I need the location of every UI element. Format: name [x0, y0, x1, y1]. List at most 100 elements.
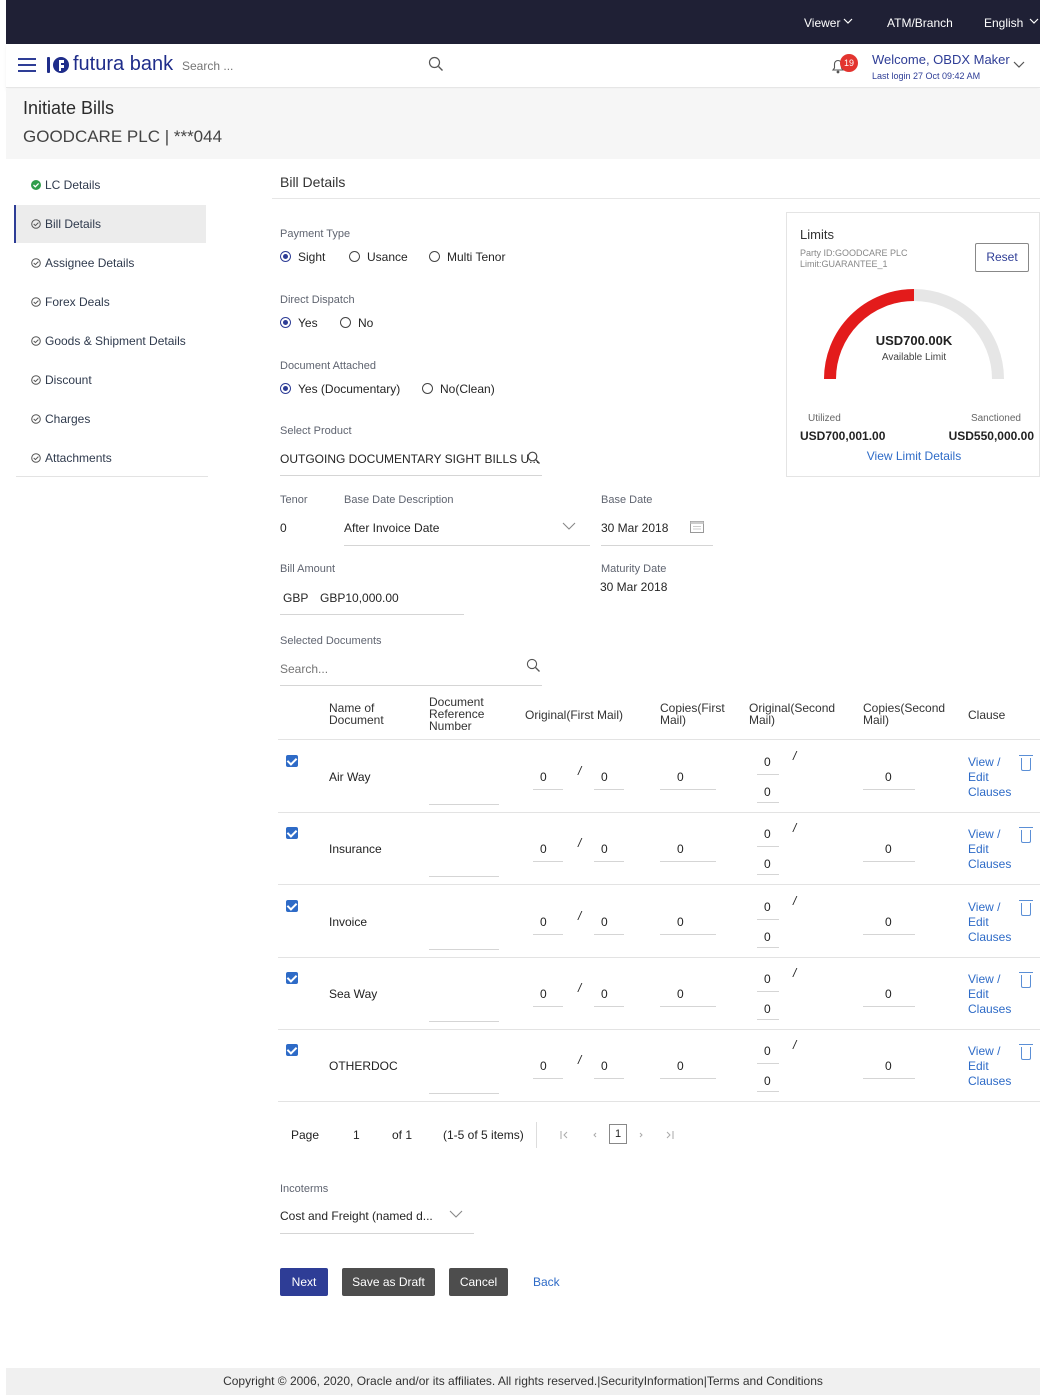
- radio-usance-label[interactable]: Usance: [367, 250, 408, 264]
- edit-clause-link[interactable]: Edit: [968, 915, 989, 929]
- language-menu[interactable]: English: [984, 16, 1023, 30]
- radio-multi-tenor-label[interactable]: Multi Tenor: [447, 250, 505, 264]
- copies-second[interactable]: 0: [885, 987, 892, 1001]
- radio-usance[interactable]: [349, 251, 360, 262]
- original-first-a[interactable]: 0: [540, 842, 547, 856]
- delete-trash-icon[interactable]: [1019, 1044, 1033, 1060]
- header-search-input[interactable]: [182, 57, 412, 75]
- language-chevron-icon[interactable]: [1028, 15, 1040, 30]
- clauses-link[interactable]: Clauses: [968, 1002, 1011, 1016]
- viewer-menu[interactable]: Viewer: [804, 16, 840, 30]
- atm-branch-link[interactable]: ATM/Branch: [887, 16, 953, 30]
- original-first-b[interactable]: 0: [601, 1059, 608, 1073]
- incoterms-chevron-icon[interactable]: [449, 1208, 463, 1223]
- current-page-button[interactable]: 1: [609, 1124, 627, 1144]
- original-second-a[interactable]: 0: [764, 1044, 771, 1058]
- documents-search-input[interactable]: [280, 661, 510, 677]
- reset-button[interactable]: Reset: [975, 243, 1029, 272]
- radio-dispatch-no-label[interactable]: No: [358, 316, 373, 330]
- page-number-input[interactable]: 1: [353, 1128, 360, 1142]
- copies-first[interactable]: 0: [677, 1059, 684, 1073]
- search-icon[interactable]: [428, 56, 444, 75]
- bill-amount-value[interactable]: GBP10,000.00: [320, 591, 399, 605]
- view-clause-link[interactable]: View /: [968, 827, 1000, 841]
- back-link[interactable]: Back: [533, 1275, 560, 1289]
- edit-clause-link[interactable]: Edit: [968, 1059, 989, 1073]
- reference-input[interactable]: [429, 949, 499, 950]
- radio-documentary[interactable]: [280, 383, 291, 394]
- clauses-link[interactable]: Clauses: [968, 857, 1011, 871]
- view-clause-link[interactable]: View /: [968, 972, 1000, 986]
- reference-input[interactable]: [429, 804, 499, 805]
- row-checkbox[interactable]: [286, 755, 298, 767]
- copies-first[interactable]: 0: [677, 770, 684, 784]
- original-second-a[interactable]: 0: [764, 827, 771, 841]
- hamburger-menu-icon[interactable]: [18, 56, 38, 77]
- radio-dispatch-no[interactable]: [340, 317, 351, 328]
- viewer-chevron-icon[interactable]: [842, 15, 854, 30]
- copies-first[interactable]: 0: [677, 842, 684, 856]
- copies-first[interactable]: 0: [677, 915, 684, 929]
- original-first-a[interactable]: 0: [540, 915, 547, 929]
- product-search-icon[interactable]: [527, 451, 541, 468]
- sidebar-item-discount[interactable]: Discount: [16, 361, 208, 399]
- sidebar-item-bill-details[interactable]: Bill Details: [14, 205, 206, 243]
- next-page-icon[interactable]: [636, 1129, 646, 1143]
- cancel-button[interactable]: Cancel: [449, 1268, 508, 1296]
- clauses-link[interactable]: Clauses: [968, 785, 1011, 799]
- delete-trash-icon[interactable]: [1019, 900, 1033, 916]
- documents-search-icon[interactable]: [526, 658, 541, 676]
- row-checkbox[interactable]: [286, 1044, 298, 1056]
- radio-dispatch-yes[interactable]: [280, 317, 291, 328]
- prev-page-icon[interactable]: [590, 1129, 600, 1143]
- sidebar-item-forex-deals[interactable]: Forex Deals: [16, 283, 208, 321]
- last-page-icon[interactable]: [665, 1129, 675, 1143]
- reference-input[interactable]: [429, 1021, 499, 1022]
- calendar-icon[interactable]: [690, 520, 704, 536]
- original-second-a[interactable]: 0: [764, 900, 771, 914]
- view-limit-details-link[interactable]: View Limit Details: [787, 449, 1040, 463]
- notification-count-badge[interactable]: 19: [840, 54, 858, 72]
- product-value[interactable]: OUTGOING DOCUMENTARY SIGHT BILLS U...: [280, 452, 539, 466]
- next-button[interactable]: Next: [280, 1268, 328, 1296]
- original-second-b[interactable]: 0: [764, 857, 771, 871]
- delete-trash-icon[interactable]: [1019, 827, 1033, 843]
- original-second-b[interactable]: 0: [764, 1074, 771, 1088]
- row-checkbox[interactable]: [286, 900, 298, 912]
- copies-second[interactable]: 0: [885, 770, 892, 784]
- radio-clean[interactable]: [422, 383, 433, 394]
- sidebar-item-charges[interactable]: Charges: [16, 400, 208, 438]
- base-date-desc-select[interactable]: After Invoice Date: [344, 521, 439, 535]
- original-second-a[interactable]: 0: [764, 972, 771, 986]
- edit-clause-link[interactable]: Edit: [968, 842, 989, 856]
- sidebar-item-lc-details[interactable]: LC Details: [16, 166, 208, 204]
- edit-clause-link[interactable]: Edit: [968, 770, 989, 784]
- original-second-a[interactable]: 0: [764, 755, 771, 769]
- row-checkbox[interactable]: [286, 827, 298, 839]
- original-first-a[interactable]: 0: [540, 770, 547, 784]
- radio-clean-label[interactable]: No(Clean): [440, 382, 495, 396]
- incoterms-select[interactable]: Cost and Freight (named d...: [280, 1209, 433, 1223]
- copies-first[interactable]: 0: [677, 987, 684, 1001]
- original-first-a[interactable]: 0: [540, 987, 547, 1001]
- original-second-b[interactable]: 0: [764, 1002, 771, 1016]
- original-first-b[interactable]: 0: [601, 842, 608, 856]
- original-second-b[interactable]: 0: [764, 785, 771, 799]
- original-first-b[interactable]: 0: [601, 987, 608, 1001]
- view-clause-link[interactable]: View /: [968, 1044, 1000, 1058]
- first-page-icon[interactable]: [559, 1129, 569, 1143]
- original-first-b[interactable]: 0: [601, 915, 608, 929]
- welcome-text[interactable]: Welcome, OBDX Maker: [872, 52, 1010, 67]
- row-checkbox[interactable]: [286, 972, 298, 984]
- original-first-a[interactable]: 0: [540, 1059, 547, 1073]
- clauses-link[interactable]: Clauses: [968, 1074, 1011, 1088]
- radio-sight-label[interactable]: Sight: [298, 250, 325, 264]
- copies-second[interactable]: 0: [885, 842, 892, 856]
- copies-second[interactable]: 0: [885, 915, 892, 929]
- user-chevron-icon[interactable]: [1012, 57, 1026, 74]
- view-clause-link[interactable]: View /: [968, 900, 1000, 914]
- sidebar-item-attachments[interactable]: Attachments: [16, 439, 208, 477]
- original-second-b[interactable]: 0: [764, 930, 771, 944]
- radio-sight[interactable]: [280, 251, 291, 262]
- radio-dispatch-yes-label[interactable]: Yes: [298, 316, 318, 330]
